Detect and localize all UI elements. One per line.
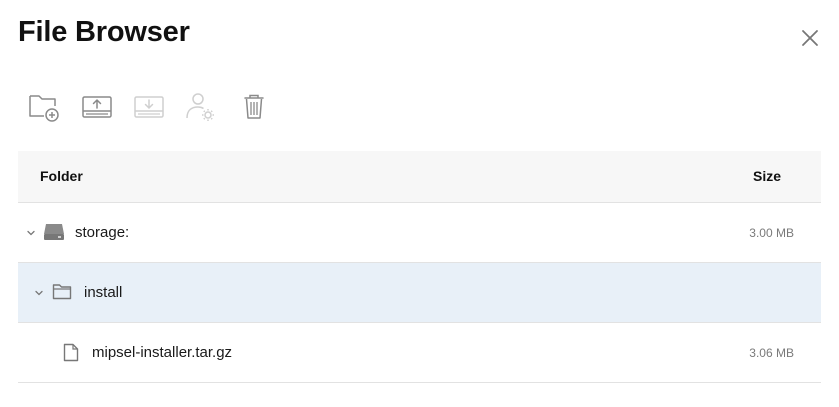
dialog-title: File Browser bbox=[18, 16, 190, 48]
download-icon bbox=[134, 96, 164, 118]
new-folder-icon bbox=[29, 95, 59, 122]
upload-icon bbox=[82, 96, 112, 118]
trash-icon bbox=[244, 94, 264, 119]
delete-button[interactable] bbox=[237, 90, 271, 124]
tree-row-file[interactable]: mipsel-installer.tar.gz 3.06 MB bbox=[18, 323, 821, 383]
user-settings-icon bbox=[186, 93, 214, 121]
close-button[interactable] bbox=[798, 26, 822, 50]
drive-icon bbox=[44, 224, 64, 240]
tree-item-label: storage: bbox=[75, 224, 130, 241]
file-icon bbox=[63, 343, 79, 362]
tree-item-label: mipsel-installer.tar.gz bbox=[92, 344, 233, 361]
tree-item-label: install bbox=[84, 284, 123, 301]
file-size: 3.06 MB bbox=[749, 346, 794, 360]
tree-row-storage[interactable]: storage: 3.00 MB bbox=[18, 203, 821, 263]
file-size: 3.00 MB bbox=[749, 226, 794, 240]
column-header-size[interactable]: Size bbox=[753, 168, 781, 184]
folder-icon bbox=[52, 284, 72, 300]
upload-button[interactable] bbox=[80, 90, 114, 124]
user-settings-button[interactable] bbox=[184, 90, 218, 124]
close-icon bbox=[802, 30, 818, 46]
file-browser-dialog: File Browser Folder Size storage: 3.00 M… bbox=[0, 0, 839, 407]
tree-row-install[interactable]: install bbox=[18, 263, 821, 323]
download-button[interactable] bbox=[132, 90, 166, 124]
column-header-folder[interactable]: Folder bbox=[40, 168, 83, 184]
chevron-down-icon[interactable] bbox=[33, 287, 45, 299]
file-table: Folder Size storage: 3.00 MB install mip… bbox=[18, 151, 821, 383]
new-folder-button[interactable] bbox=[27, 90, 61, 124]
table-header: Folder Size bbox=[18, 151, 821, 203]
chevron-down-icon[interactable] bbox=[25, 227, 37, 239]
